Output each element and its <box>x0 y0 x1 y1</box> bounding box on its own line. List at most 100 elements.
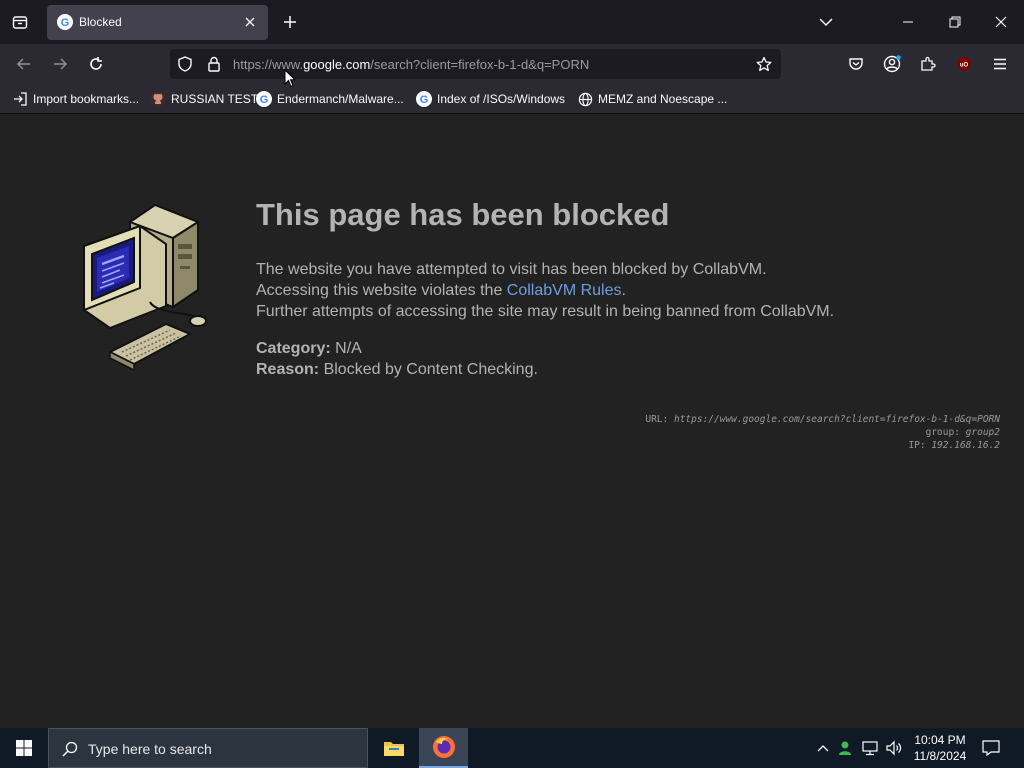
notification-icon <box>982 740 1000 756</box>
page-title: This page has been blocked <box>256 197 670 232</box>
bookmark-index-isos-windows[interactable]: G Index of /ISOs/Windows <box>416 90 565 108</box>
folder-icon <box>384 742 404 756</box>
account-icon <box>883 55 901 73</box>
svg-text:G: G <box>420 94 429 106</box>
category-row: Category: N/A <box>256 338 538 359</box>
file-explorer-taskbar-button[interactable] <box>370 728 418 768</box>
reload-icon <box>90 57 102 70</box>
message-line-2: Accessing this website violates the Coll… <box>256 282 626 299</box>
block-message: The website you have attempted to visit … <box>256 259 834 322</box>
category-value: N/A <box>335 340 362 357</box>
windows-logo-icon <box>16 740 32 756</box>
globe-icon <box>578 92 592 106</box>
google-icon: G <box>416 91 432 107</box>
minimize-button[interactable] <box>896 11 920 33</box>
bookmark-import[interactable]: Import bookmarks... <box>12 90 139 108</box>
search-placeholder: Type here to search <box>88 741 212 757</box>
star-icon <box>756 56 772 72</box>
chevron-down-icon <box>819 18 833 27</box>
puzzle-icon <box>921 56 936 71</box>
svg-text:G: G <box>260 94 269 106</box>
start-button[interactable] <box>0 728 48 768</box>
show-hidden-icons-button[interactable] <box>814 738 832 758</box>
debug-info: URL: https://www.google.com/search?clien… <box>645 413 1000 452</box>
clock-button[interactable]: 10:04 PM 11/8/2024 <box>908 731 972 765</box>
tab-strip: G Blocked <box>0 0 1024 44</box>
reason-value: Blocked by Content Checking. <box>323 361 538 378</box>
forward-button[interactable] <box>48 52 72 76</box>
ublock-origin-icon: uO <box>957 57 971 71</box>
close-icon <box>245 17 255 27</box>
debug-ip: IP: 192.168.16.2 <box>908 440 1000 451</box>
svg-text:uO: uO <box>960 63 969 69</box>
account-button[interactable] <box>880 52 904 76</box>
block-details: Category: N/A Reason: Blocked by Content… <box>256 338 538 380</box>
taskbar: Type here to search 10:04 PM 11/8/2024 <box>0 728 1024 768</box>
svg-text:G: G <box>61 17 70 29</box>
pocket-icon <box>849 58 863 70</box>
volume-tray-button[interactable] <box>884 738 904 758</box>
firefox-icon <box>432 736 455 758</box>
tracking-protection-button[interactable] <box>177 56 193 72</box>
navigation-toolbar: https://www.google.com/search?client=fir… <box>0 44 1024 84</box>
reason-label: Reason: <box>256 361 320 378</box>
close-window-button[interactable] <box>989 11 1013 33</box>
back-button[interactable] <box>12 52 36 76</box>
tab-close-button[interactable] <box>240 12 260 32</box>
bookmark-russian-test[interactable]: RUSSIAN TEST <box>150 90 258 108</box>
github-icon <box>150 91 166 107</box>
computer-illustration <box>83 204 207 370</box>
user-tray-button[interactable] <box>836 738 856 758</box>
network-tray-button[interactable] <box>860 738 880 758</box>
bookmark-star-button[interactable] <box>755 55 773 73</box>
debug-url: URL: https://www.google.com/search?clien… <box>645 414 1000 425</box>
restore-icon <box>949 16 961 28</box>
message-line-1: The website you have attempted to visit … <box>256 261 767 278</box>
bookmarks-toolbar: Import bookmarks... RUSSIAN TEST G Ender… <box>0 84 1024 114</box>
clock-date: 11/8/2024 <box>913 749 967 763</box>
lock-icon <box>208 56 220 72</box>
message-line-3: Further attempts of accessing the site m… <box>256 303 835 320</box>
site-info-button[interactable] <box>206 56 222 72</box>
tab-overflow-button[interactable] <box>814 11 838 33</box>
close-icon <box>995 16 1007 28</box>
ublock-origin-button[interactable]: uO <box>952 52 976 76</box>
category-label: Category: <box>256 340 331 357</box>
list-all-tabs-button[interactable] <box>8 11 32 33</box>
hamburger-menu-icon <box>994 58 1006 70</box>
restore-button[interactable] <box>943 11 967 33</box>
plus-icon <box>284 16 296 28</box>
arrow-right-icon <box>54 58 68 70</box>
search-icon <box>62 741 78 757</box>
network-icon <box>862 741 878 756</box>
mouse-cursor-icon <box>284 69 296 88</box>
tab-blocked[interactable]: G Blocked <box>47 5 268 40</box>
app-menu-button[interactable] <box>988 52 1012 76</box>
clock-time: 10:04 PM <box>914 733 966 747</box>
google-icon: G <box>57 14 73 30</box>
tab-manager-icon <box>12 16 28 29</box>
bookmark-endermanch-malware[interactable]: G Endermanch/Malware... <box>256 90 404 108</box>
minimize-icon <box>903 21 913 23</box>
firefox-taskbar-button[interactable] <box>419 728 468 768</box>
tab-title: Blocked <box>79 15 122 29</box>
page-content: This page has been blocked The website y… <box>0 114 1024 728</box>
debug-group: group: group2 <box>925 427 1000 438</box>
reason-row: Reason: Blocked by Content Checking. <box>256 359 538 380</box>
address-bar[interactable]: https://www.google.com/search?client=fir… <box>170 49 781 79</box>
taskbar-search-box[interactable]: Type here to search <box>48 728 368 768</box>
shield-icon <box>178 56 192 72</box>
bookmark-memz-noescape[interactable]: MEMZ and Noescape ... <box>577 90 727 108</box>
pocket-button[interactable] <box>844 52 868 76</box>
notifications-button[interactable] <box>978 736 1004 760</box>
extensions-button[interactable] <box>916 52 940 76</box>
speaker-icon <box>886 740 902 756</box>
reload-button[interactable] <box>84 52 108 76</box>
import-icon <box>13 92 27 106</box>
collabvm-rules-link[interactable]: CollabVM Rules <box>507 282 622 299</box>
new-tab-button[interactable] <box>278 11 302 33</box>
google-icon: G <box>256 91 272 107</box>
url-host: google.com <box>303 57 371 72</box>
arrow-left-icon <box>16 58 30 70</box>
user-icon <box>839 741 851 755</box>
